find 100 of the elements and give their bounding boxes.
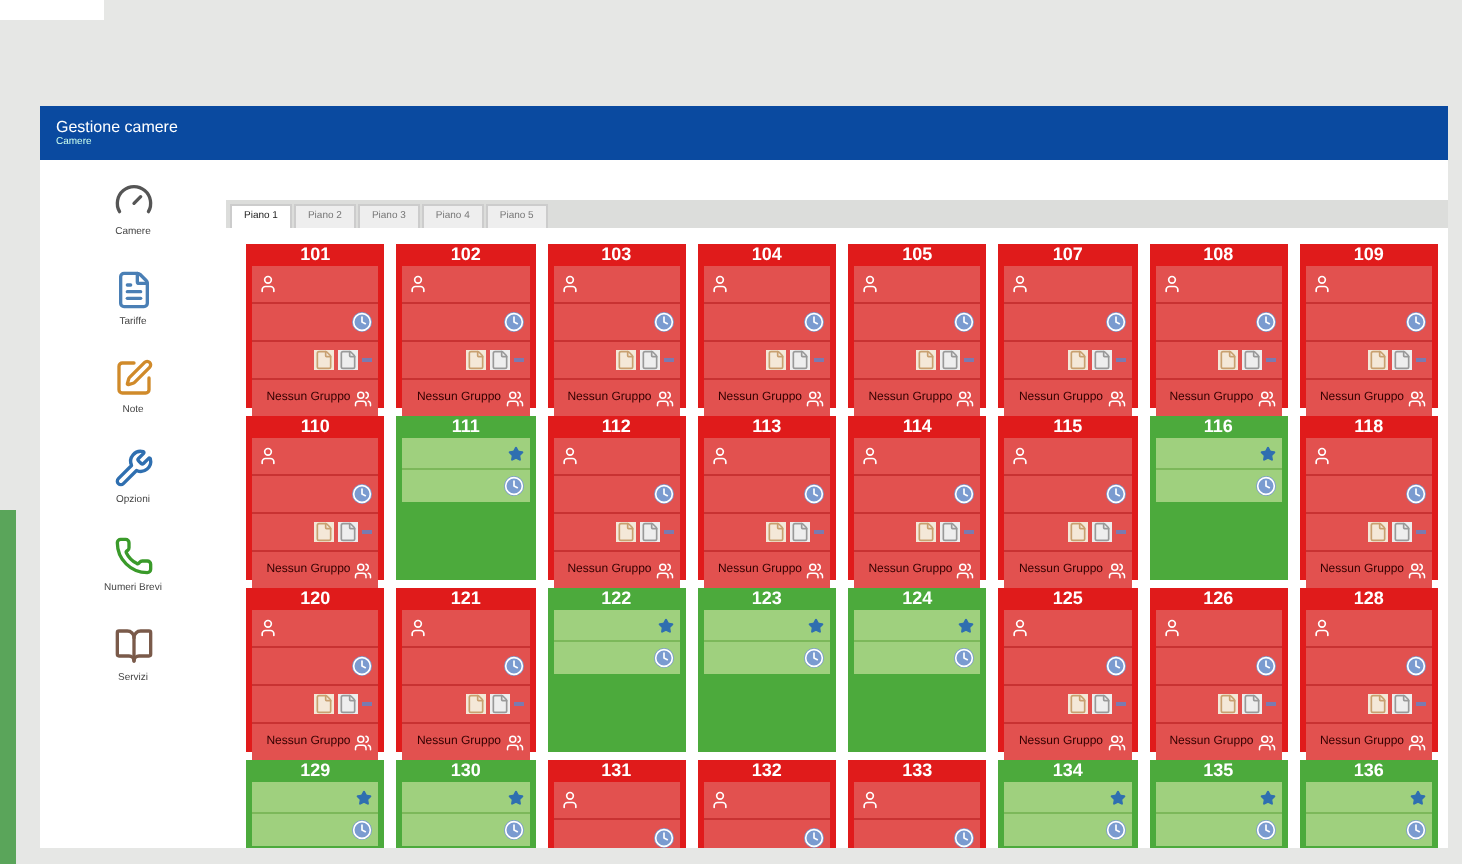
room-card[interactable]: 136: [1299, 760, 1438, 848]
room-card[interactable]: 124: [848, 588, 987, 752]
clock-icon: [804, 828, 824, 848]
people-icon: [1408, 562, 1426, 580]
room-card[interactable]: 111: [396, 416, 535, 580]
room-card[interactable]: 134: [998, 760, 1137, 848]
person-icon: [258, 446, 278, 466]
clock-icon: [352, 484, 373, 504]
room-number: 130: [448, 760, 483, 782]
pencil-note-icon: [113, 358, 153, 398]
document-icon: [489, 694, 509, 714]
room-card[interactable]: 135: [1149, 760, 1288, 848]
room-card[interactable]: 116: [1149, 416, 1288, 580]
room-number: 113: [750, 416, 784, 438]
clock-icon: [804, 484, 824, 504]
star-icon: [958, 617, 975, 633]
room-number: 114: [900, 416, 934, 438]
people-icon: [1257, 734, 1276, 752]
people-icon: [505, 734, 523, 752]
people-icon: [1107, 562, 1125, 580]
document-icon: [465, 694, 485, 714]
room-number: 122: [599, 588, 634, 610]
room-card[interactable]: 133: [848, 760, 987, 848]
people-icon: [655, 390, 674, 408]
room-number: 124: [900, 588, 935, 610]
person-icon: [709, 790, 730, 810]
clock-icon: [653, 484, 674, 504]
room-number: 112: [599, 416, 633, 438]
dash-icon: [513, 702, 523, 706]
document-icon: [338, 350, 359, 370]
document-icon: [766, 350, 786, 370]
document-icon: [465, 350, 485, 370]
room-number: 105: [900, 244, 935, 266]
room-number: 103: [599, 244, 634, 266]
star-icon: [507, 789, 523, 805]
dash-icon: [663, 358, 674, 362]
dash-icon: [362, 530, 373, 534]
room-number: 110: [298, 416, 332, 438]
dash-icon: [1115, 702, 1125, 706]
dash-icon: [1115, 530, 1125, 534]
room-card[interactable]: 132: [697, 760, 836, 848]
document-icon: [1091, 522, 1111, 542]
document-icon: [916, 350, 937, 370]
people-icon: [1107, 734, 1125, 752]
room-number: 107: [1050, 244, 1085, 266]
room-card[interactable]: 130: [396, 760, 535, 848]
room-card[interactable]: 122: [547, 588, 686, 752]
room-number: 101: [298, 244, 333, 266]
clock-icon: [503, 656, 523, 676]
clock-icon: [352, 820, 373, 840]
clock-icon: [1105, 656, 1125, 676]
star-icon: [808, 617, 824, 633]
people-icon: [354, 562, 373, 580]
star-icon: [657, 617, 674, 633]
room-number: 129: [298, 760, 333, 782]
dash-icon: [513, 358, 523, 362]
page-background: [0, 0, 104, 20]
person-icon: [559, 274, 579, 294]
people-icon: [1408, 734, 1426, 752]
person-icon: [860, 274, 880, 294]
person-icon: [860, 790, 880, 810]
document-icon: [1392, 350, 1412, 370]
clock-icon: [653, 312, 674, 332]
clock-icon: [954, 828, 975, 848]
room-card[interactable]: 131: [547, 760, 686, 848]
document-icon: [1241, 694, 1262, 714]
person-icon: [709, 446, 730, 466]
document-icon: [1091, 694, 1111, 714]
document-icon: [1067, 694, 1087, 714]
document-icon: [940, 522, 961, 542]
room-number: 104: [749, 244, 784, 266]
document-icon: [615, 522, 636, 542]
document-icon: [615, 350, 636, 370]
person-icon: [408, 618, 429, 638]
dash-icon: [1416, 702, 1426, 706]
people-icon: [1408, 390, 1426, 408]
room-number: 120: [298, 588, 333, 610]
people-icon: [655, 562, 674, 580]
clock-icon: [1105, 484, 1125, 504]
clock-icon: [1255, 312, 1276, 332]
room-card[interactable]: 129: [246, 760, 385, 848]
clock-icon: [503, 476, 523, 496]
clock-icon: [1105, 312, 1125, 332]
person-icon: [559, 446, 579, 466]
clock-icon: [1255, 476, 1276, 496]
document-icon: [1368, 694, 1388, 714]
people-icon: [354, 390, 373, 408]
document-icon: [790, 350, 810, 370]
document-icon: [1368, 522, 1388, 542]
star-icon: [1259, 789, 1276, 805]
room-card[interactable]: 123: [697, 588, 836, 752]
document-icon: [1067, 350, 1087, 370]
person-icon: [258, 274, 278, 294]
room-number: 134: [1050, 760, 1085, 782]
person-icon: [1010, 446, 1031, 466]
document-icon: [113, 269, 153, 309]
star-icon: [1109, 789, 1125, 805]
dash-icon: [1265, 358, 1276, 362]
wrench-icon: [113, 447, 153, 487]
people-icon: [956, 562, 975, 580]
